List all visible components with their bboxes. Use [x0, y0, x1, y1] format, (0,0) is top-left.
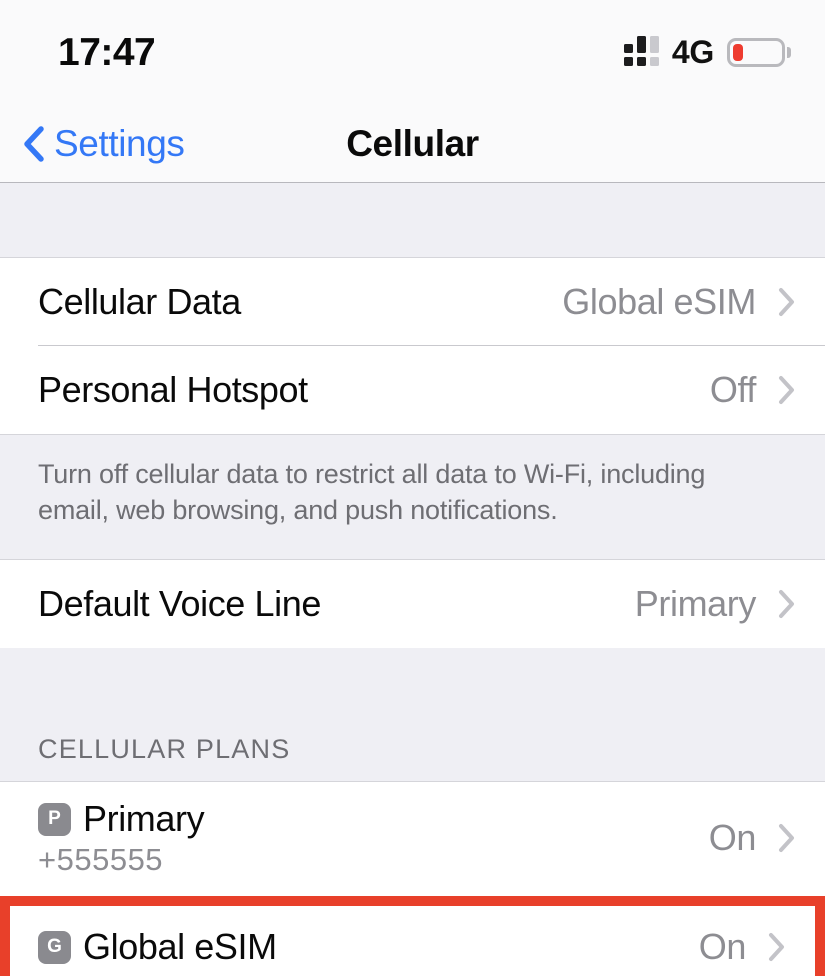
global-esim-highlight-box: G Global eSIM On	[0, 895, 825, 976]
cellular-plans-group: P Primary +555555 On G Global eSIM On	[0, 781, 825, 976]
plan-global-esim-name: Global eSIM	[83, 926, 277, 968]
row-cellular-data[interactable]: Cellular Data Global eSIM	[0, 258, 825, 346]
row-cellular-data-label: Cellular Data	[38, 281, 241, 322]
cellular-data-group: Cellular Data Global eSIM Personal Hotsp…	[0, 258, 825, 434]
global-esim-badge-icon: G	[38, 930, 71, 964]
row-default-voice-line[interactable]: Default Voice Line Primary	[0, 559, 825, 648]
row-personal-hotspot-value: Off	[709, 369, 757, 410]
chevron-right-icon	[779, 288, 794, 316]
voice-line-group: Default Voice Line Primary	[0, 559, 825, 648]
plan-primary-info: P Primary +555555	[38, 798, 709, 878]
row-cellular-data-value: Global eSIM	[562, 281, 756, 322]
chevron-left-icon	[24, 125, 44, 162]
row-personal-hotspot[interactable]: Personal Hotspot Off	[0, 346, 825, 434]
plan-global-esim-info: G Global eSIM	[38, 926, 699, 968]
cellular-plans-header-label: CELLULAR PLANS	[38, 733, 291, 764]
row-plan-global-esim[interactable]: G Global eSIM On	[10, 905, 815, 976]
signal-dots-icon	[623, 35, 659, 66]
iphone-settings-screen: 17:47 4G Settings Cellular Cellular Data…	[0, 0, 825, 976]
plan-primary-phone-number: +555555	[38, 842, 164, 878]
chevron-right-icon	[769, 933, 784, 962]
row-personal-hotspot-label: Personal Hotspot	[38, 369, 308, 410]
plan-global-esim-status: On	[698, 926, 747, 968]
chevron-right-icon	[779, 824, 794, 853]
status-bar: 17:47 4G	[0, 0, 825, 105]
section-spacer-top	[0, 183, 825, 258]
row-plan-primary[interactable]: P Primary +555555 On	[0, 781, 825, 895]
battery-low-icon	[727, 38, 791, 67]
back-button[interactable]: Settings	[0, 123, 185, 165]
status-bar-clock: 17:47	[58, 31, 156, 74]
primary-badge-icon: P	[38, 802, 71, 836]
back-button-label: Settings	[54, 122, 185, 164]
navigation-bar: Settings Cellular	[0, 105, 825, 183]
network-type-label: 4G	[671, 34, 714, 70]
status-bar-indicators: 4G	[623, 34, 791, 71]
chevron-right-icon	[779, 589, 794, 618]
row-default-voice-line-value: Primary	[634, 582, 757, 624]
plan-primary-status: On	[708, 817, 757, 859]
row-default-voice-line-label: Default Voice Line	[38, 582, 321, 624]
chevron-right-icon	[779, 376, 794, 404]
plan-primary-name: Primary	[83, 798, 205, 840]
cellular-plans-header: CELLULAR PLANS	[0, 647, 825, 782]
cellular-data-footnote: Turn off cellular data to restrict all d…	[0, 434, 825, 560]
